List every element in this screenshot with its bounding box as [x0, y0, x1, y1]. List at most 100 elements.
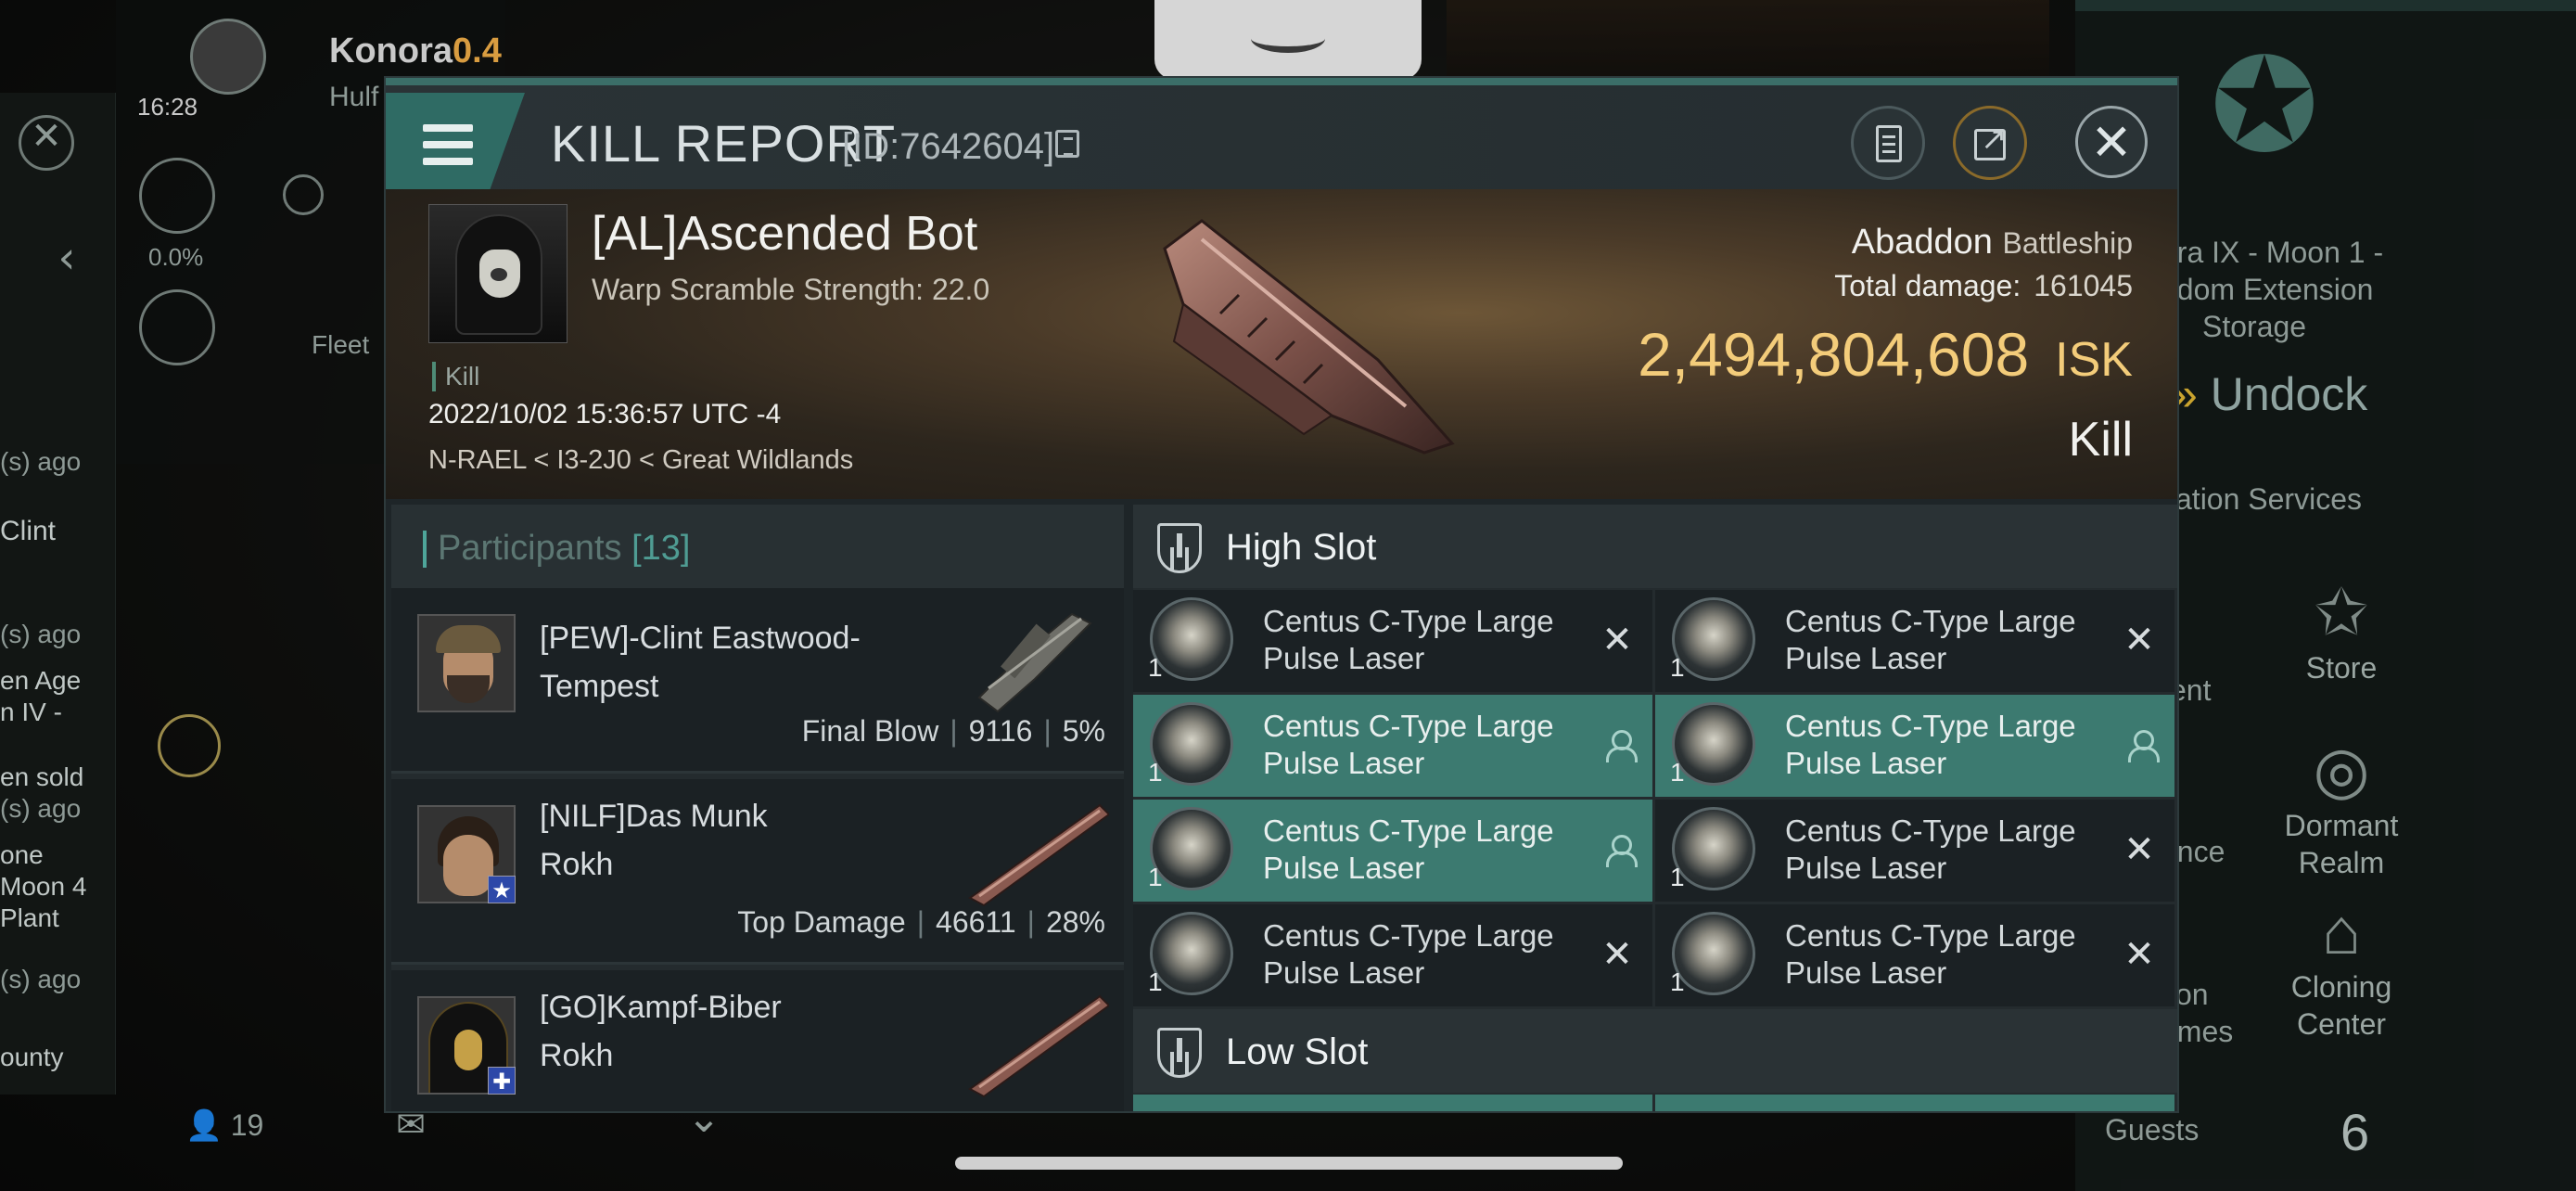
avatar [417, 614, 516, 712]
isk-amount: 2,494,804,608 [1638, 320, 2030, 389]
chat-fragment: en Age [0, 666, 82, 695]
kill-report-dialog: KILL REPORT [ID:7642604] ✕ [AL]Ascended … [384, 76, 2179, 1113]
participant-damage: 46611 [936, 905, 1016, 939]
module-item[interactable]: 1 Centus C-Type Large Pulse Laser ✕ [1655, 904, 2174, 1006]
participant-ship-image [968, 803, 1109, 907]
module-item[interactable]: 1 Centus C-Type Large Pulse Laser [1133, 695, 1652, 797]
target-icon[interactable] [158, 714, 221, 777]
victim-portrait[interactable] [428, 204, 567, 343]
avatar[interactable] [190, 19, 266, 95]
module-name: Centus C-Type Large Pulse Laser [1785, 709, 2076, 780]
report-result: Kill [2068, 413, 2133, 467]
location-pin-icon[interactable] [139, 289, 215, 365]
module-item[interactable] [1655, 1095, 2174, 1111]
home-indicator[interactable] [955, 1157, 1623, 1170]
chat-fragment: Clint [0, 516, 57, 546]
dropped-pilot-icon [1604, 730, 1638, 763]
store-button[interactable]: ✩ Store [2263, 575, 2420, 686]
station-name-line: ora IX - Moon 1 - [2161, 236, 2384, 269]
module-quantity: 1 [1148, 863, 1163, 891]
module-item[interactable]: 1 Centus C-Type Large Pulse Laser ✕ [1655, 590, 2174, 692]
cloning-center-icon: ⌂ [2321, 895, 2362, 967]
dropped-pilot-icon [2126, 730, 2160, 763]
chat-fragment: (s) ago [0, 794, 82, 823]
module-item[interactable]: 1 Centus C-Type Large Pulse Laser ✕ [1655, 800, 2174, 902]
skills-icon[interactable] [283, 174, 324, 215]
participant-damage: 9116 [968, 714, 1033, 748]
participants-header[interactable]: Participants [13] [391, 505, 1124, 588]
module-name: Centus C-Type Large Pulse Laser [1785, 918, 2076, 990]
cargo-percent: 0.0% [148, 243, 204, 271]
participant-percent: 5% [1062, 714, 1105, 748]
isk-value: 2,494,804,608 ISK [1638, 319, 2133, 390]
high-slot-title: High Slot [1226, 527, 1377, 568]
kill-datetime: 2022/10/02 15:36:57 UTC -4 [428, 399, 782, 429]
details-button[interactable] [1851, 106, 1925, 180]
hamburger-icon [423, 141, 473, 148]
participant-row[interactable]: [PEW]-Clint Eastwood- Tempest Final Blow |… [391, 588, 1124, 774]
cargo-icon[interactable] [139, 158, 215, 234]
high-slot-header: High Slot [1133, 505, 2177, 588]
module-item[interactable]: 1 Centus C-Type Large Pulse Laser ✕ [1133, 590, 1652, 692]
close-button[interactable]: ✕ [2075, 106, 2148, 178]
cloning-center-button[interactable]: ⌂ Cloning Center [2263, 894, 2420, 1043]
chat-fragment: (s) ago [0, 447, 82, 476]
module-name: Centus C-Type Large Pulse Laser [1263, 709, 1554, 780]
kill-location: N-RAEL < I3-2J0 < Great Wildlands [428, 445, 854, 475]
participant-ship-image [968, 994, 1109, 1098]
victim-ship[interactable]: Abaddon Battleship [1852, 223, 2133, 263]
pilot-name: Konora0.4 [329, 32, 502, 70]
participants-title: Participants [13] [438, 529, 691, 568]
dropped-pilot-icon [1604, 835, 1638, 868]
participant-name: [PEW]-Clint Eastwood- Tempest [540, 621, 861, 704]
share-button[interactable] [1953, 106, 2027, 180]
dormant-realm-icon: ◎ [2313, 734, 2370, 806]
module-quantity: 1 [1148, 967, 1163, 996]
total-damage-label: Total damage: [1834, 269, 2021, 302]
dormant-realm-button[interactable]: ◎ Dormant Realm [2263, 733, 2420, 881]
participant-ship-image [977, 612, 1092, 713]
fitting-panel: High Slot 1 Centus C-Type Large Pulse Las… [1133, 505, 2177, 1111]
module-name: Centus C-Type Large Pulse Laser [1785, 813, 2076, 885]
victim-name[interactable]: [AL]Ascended Bot [592, 206, 977, 262]
module-name: Centus C-Type Large Pulse Laser [1263, 918, 1554, 990]
pull-down-handle[interactable] [1154, 0, 1422, 80]
module-item[interactable] [1133, 1095, 1652, 1111]
plus-badge-icon: ✚ [488, 1067, 516, 1095]
module-quantity: 1 [1148, 758, 1163, 787]
participant-row[interactable]: ★ [NILF]Das Munk Rokh Top Damage | 46611 | 28… [391, 779, 1124, 965]
participant-percent: 28% [1045, 905, 1105, 939]
station-name-line: edom Extension [2161, 273, 2374, 306]
module-quantity: 1 [1670, 863, 1685, 891]
destroyed-icon: ✕ [1601, 619, 1633, 661]
module-item[interactable]: 1 Centus C-Type Large Pulse Laser ✕ [1133, 904, 1652, 1006]
chat-fragment: one [0, 840, 44, 869]
total-damage-value: 161045 [2034, 269, 2133, 302]
dialog-accent-bar [386, 78, 2177, 85]
undock-button[interactable]: » Undock [2172, 367, 2367, 421]
module-item[interactable]: 1 Centus C-Type Large Pulse Laser [1133, 800, 1652, 902]
module-name: Centus C-Type Large Pulse Laser [1263, 604, 1554, 675]
module-quantity: 1 [1670, 758, 1685, 787]
warp-scramble-strength: Warp Scramble Strength: 22.0 [592, 273, 990, 306]
participants-panel: Participants [13] [PEW]-Clint Eastwood- T… [391, 505, 1124, 1111]
menu-button[interactable] [386, 93, 525, 189]
clock: 16:28 [137, 93, 198, 121]
portrait-figure [455, 214, 542, 335]
kill-tag: Kill [432, 362, 479, 391]
low-slot-icon [1157, 1028, 1202, 1078]
participant-tag: Top Damage [737, 905, 906, 939]
participant-name: [GO]Kampf-Biber Rokh [540, 990, 782, 1073]
total-damage: Total damage: 161045 [1834, 269, 2133, 303]
online-count: 👤 19 [185, 1108, 264, 1142]
chevron-left-icon[interactable]: ‹ [48, 232, 85, 284]
participant-stats: Final Blow | 9116 | 5% [801, 714, 1105, 748]
low-slot-header: Low Slot [1133, 1009, 2177, 1093]
copy-icon[interactable] [1055, 130, 1079, 158]
guests-label: Guests [2105, 1113, 2200, 1146]
victim-ship-image [1163, 219, 1455, 455]
module-item[interactable]: 1 Centus C-Type Large Pulse Laser [1655, 695, 2174, 797]
corporation-emblem-icon: ✪ [2210, 31, 2319, 182]
chat-fragment: en sold [0, 762, 84, 791]
participant-row[interactable]: ✚ [GO]Kampf-Biber Rokh [391, 970, 1124, 1111]
